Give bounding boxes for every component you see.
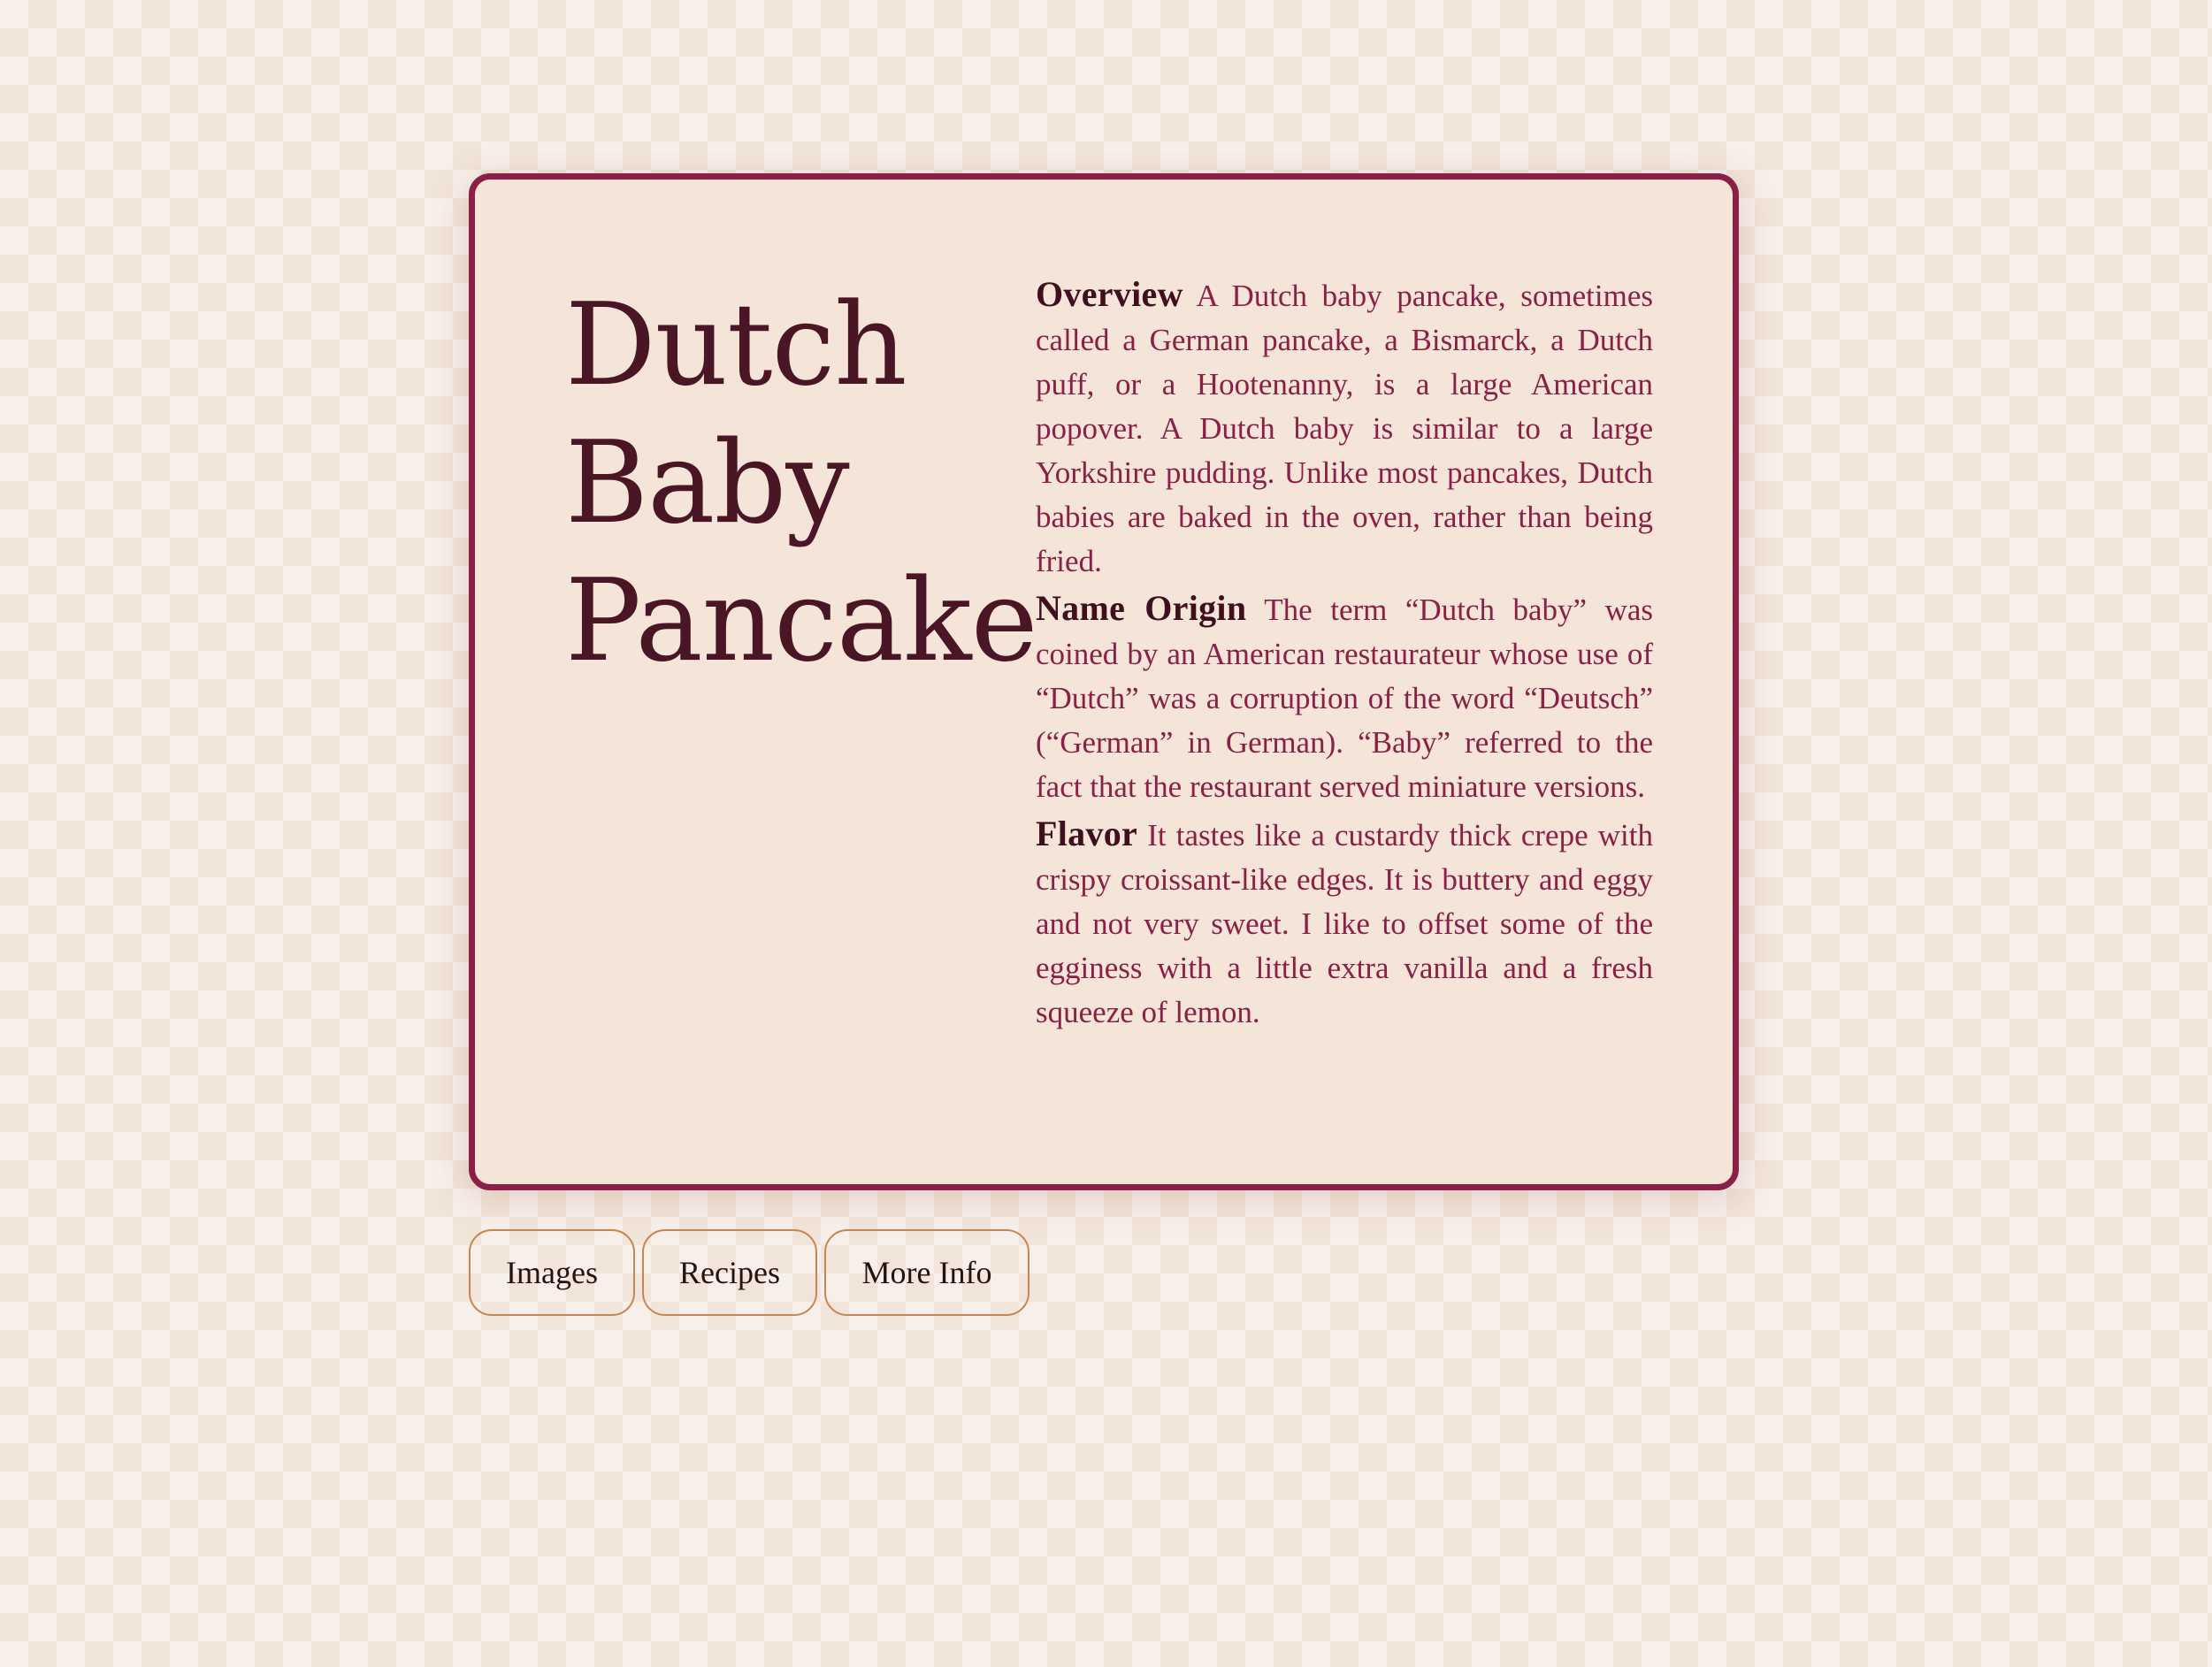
page-title: Dutch Baby Pancake (565, 277, 1037, 691)
section-heading: Name Origin (1036, 588, 1247, 628)
tab-images[interactable]: Images (469, 1229, 635, 1316)
section-text: A Dutch baby pancake, sometimes called a… (1036, 279, 1653, 578)
info-card: Dutch Baby Pancake Overview A Dutch baby… (469, 173, 1739, 1190)
section-heading: Overview (1036, 274, 1183, 314)
tab-recipes[interactable]: Recipes (642, 1229, 817, 1316)
tab-more-info[interactable]: More Info (824, 1229, 1029, 1316)
title-line: Pancake (565, 555, 1037, 687)
tab-bar: Images Recipes More Info (469, 1229, 1029, 1316)
title-line: Dutch (565, 279, 907, 411)
description-content: Overview A Dutch baby pancake, sometimes… (1036, 272, 1653, 1037)
section-flavor: Flavor It tastes like a custardy thick c… (1036, 812, 1653, 1035)
title-line: Baby (565, 417, 850, 549)
section-heading: Flavor (1036, 814, 1138, 853)
section-overview: Overview A Dutch baby pancake, sometimes… (1036, 272, 1653, 584)
section-name-origin: Name Origin The term “Dutch baby” was co… (1036, 586, 1653, 809)
